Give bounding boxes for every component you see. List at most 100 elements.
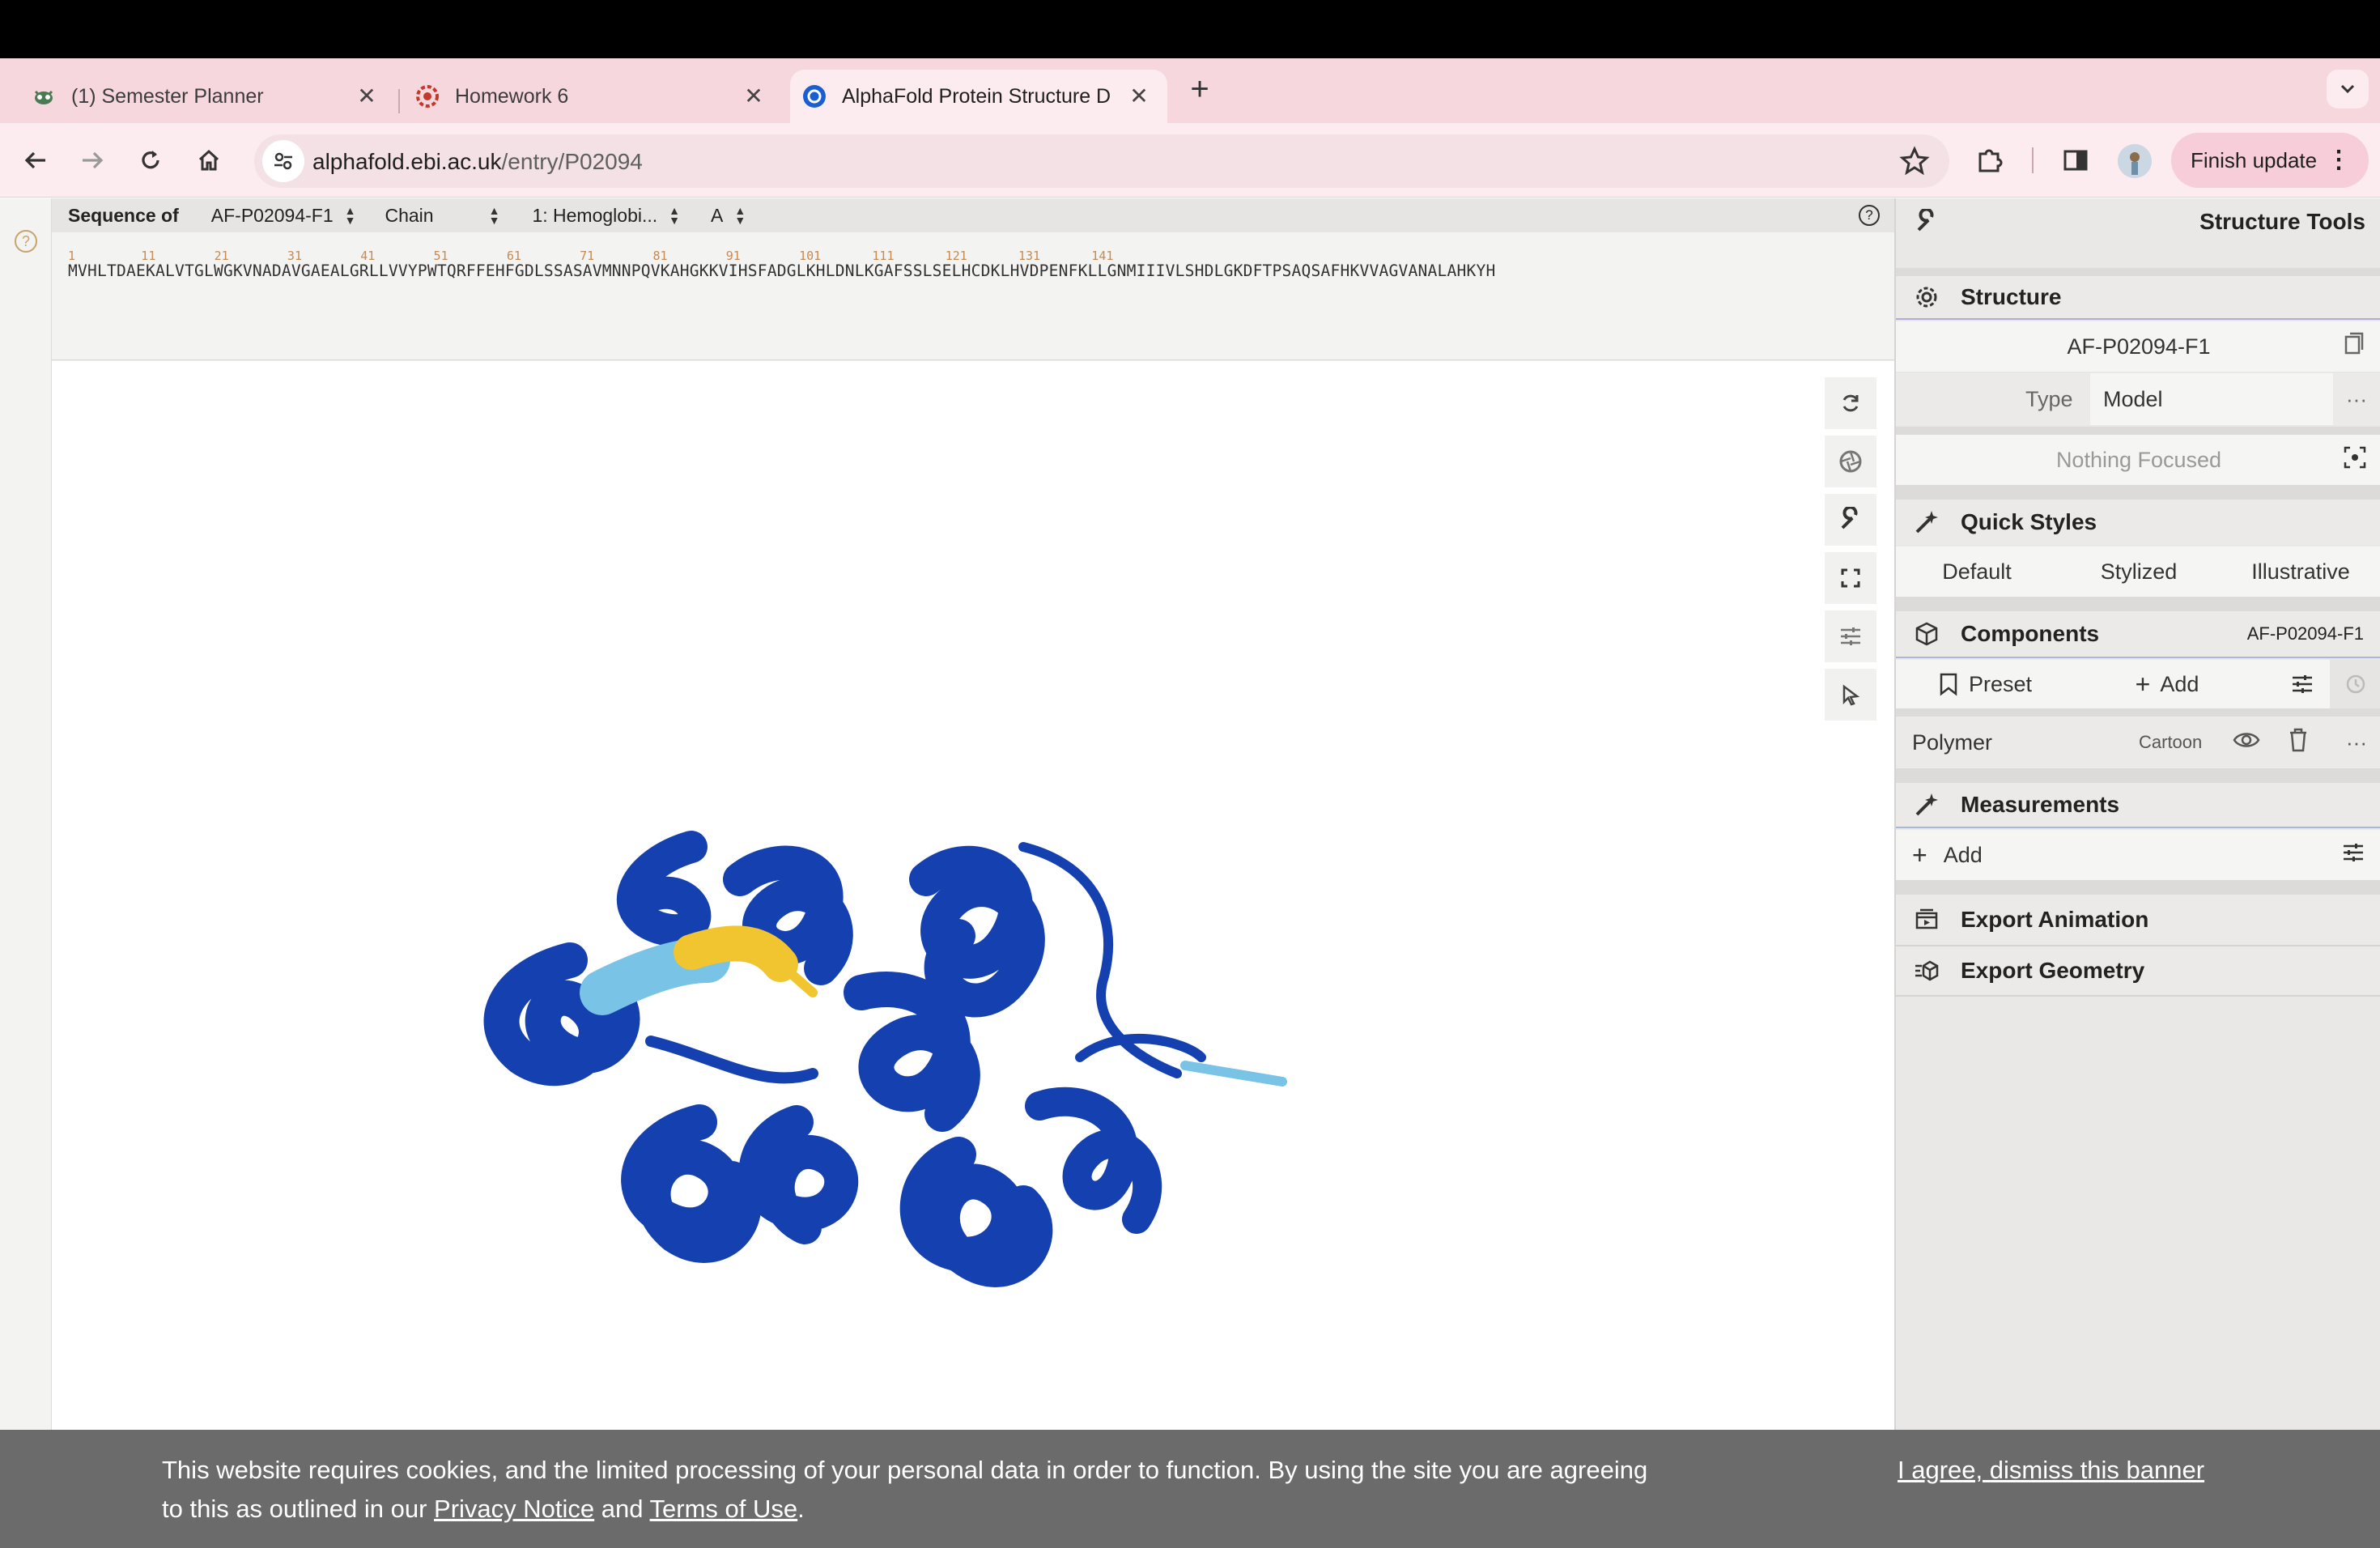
component-history-button[interactable]	[2330, 660, 2380, 708]
selection-mode-button[interactable]	[1825, 669, 1876, 721]
home-button[interactable]	[189, 141, 228, 180]
section-separator	[1896, 427, 2380, 435]
forward-button[interactable]	[73, 141, 112, 180]
style-stylized-button[interactable]: Stylized	[2058, 559, 2220, 585]
add-component-button[interactable]: + Add	[2074, 660, 2260, 708]
updown-icon: ▲ ▼	[734, 204, 746, 227]
system-top-bar	[0, 0, 2380, 58]
dismiss-cookie-banner-link[interactable]: I agree, dismiss this banner	[1898, 1451, 2204, 1490]
measurement-options-icon[interactable]	[2341, 840, 2365, 870]
film-icon	[1912, 905, 1941, 934]
cube-icon	[1912, 619, 1941, 649]
profile-avatar[interactable]	[2118, 144, 2152, 178]
focus-icon[interactable]	[2343, 445, 2367, 475]
privacy-notice-link[interactable]: Privacy Notice	[434, 1495, 594, 1523]
export-animation-header[interactable]: Export Animation	[1896, 895, 2380, 945]
tab-title: Homework 6	[455, 84, 569, 108]
polymer-representation[interactable]: Cartoon	[2139, 732, 2202, 753]
entry-select[interactable]: AF-P02094-F1 ▲ ▼	[211, 205, 356, 227]
fullscreen-icon	[1841, 568, 1860, 588]
help-icon[interactable]: ?	[15, 230, 37, 253]
url-path: /entry/P02094	[501, 149, 643, 174]
plus-icon: +	[2135, 669, 2151, 699]
tab-homework-6[interactable]: Homework 6 ✕	[402, 70, 782, 123]
export-animation-heading: Export Animation	[1961, 907, 2149, 932]
sliders-icon	[2293, 675, 2312, 693]
cursor-icon	[1842, 684, 1860, 706]
structure-name-row[interactable]: AF-P02094-F1	[1896, 321, 2380, 372]
address-bar[interactable]: alphafold.ebi.ac.uk/entry/P02094	[254, 134, 1949, 188]
close-tab-icon[interactable]: ✕	[355, 84, 379, 108]
chain-mode-select[interactable]: Chain ▲ ▼	[385, 205, 499, 227]
sequence-toolbar: Sequence of AF-P02094-F1 ▲ ▼ Chain ▲ ▼ 1: He…	[52, 198, 1894, 232]
export-geometry-heading: Export Geometry	[1961, 958, 2145, 983]
component-options-button[interactable]	[2276, 660, 2328, 708]
entity-select[interactable]: 1: Hemoglobi... ▲ ▼	[532, 205, 680, 227]
extensions-button[interactable]	[1970, 141, 2009, 180]
style-default-button[interactable]: Default	[1896, 559, 2058, 585]
quick-styles-header[interactable]: Quick Styles	[1896, 500, 2380, 545]
tab-title: (1) Semester Planner	[71, 84, 264, 108]
chain-select[interactable]: A ▲ ▼	[711, 205, 746, 227]
tab-search-button[interactable]	[2327, 70, 2369, 108]
tab-alphafold[interactable]: AlphaFold Protein Structure D ✕	[790, 70, 1167, 123]
toolbar-divider	[2032, 147, 2034, 173]
side-panel-button[interactable]	[2056, 141, 2095, 180]
sequence-residues[interactable]: MVHLTDAEKALVTGLWGKVNADAVGAEALGRLLVVYPWTQ…	[68, 262, 1495, 280]
more-horiz-icon[interactable]: ···	[2346, 387, 2367, 412]
section-separator	[1896, 708, 2380, 717]
protein-structure-image	[483, 831, 1287, 1287]
components-header[interactable]: Components AF-P02094-F1	[1896, 611, 2380, 658]
cookie-text: This website requires cookies, and the l…	[162, 1456, 1648, 1523]
bookmark-icon	[1940, 673, 1957, 696]
arrow-left-icon	[24, 151, 45, 169]
url-host: alphafold.ebi.ac.uk	[312, 149, 502, 174]
preset-button[interactable]: Preset	[1896, 660, 2074, 708]
sequence-help-icon[interactable]: ?	[1859, 205, 1880, 226]
tab-semester-planner[interactable]: (1) Semester Planner ✕	[15, 70, 395, 123]
settings-button[interactable]	[1825, 610, 1876, 662]
cookie-end: .	[797, 1495, 805, 1523]
focus-row[interactable]: Nothing Focused	[1896, 435, 2380, 485]
gear-red-icon	[414, 83, 440, 109]
entry-select-value: AF-P02094-F1	[210, 204, 334, 226]
structure-viewer[interactable]	[52, 361, 1894, 1548]
close-tab-icon[interactable]: ✕	[742, 84, 766, 108]
wrench-icon	[1912, 207, 1941, 236]
bookmark-star-icon[interactable]	[1899, 146, 1930, 181]
add-measurement-button[interactable]: + Add	[1912, 840, 1983, 870]
structure-section-header[interactable]: Structure	[1896, 276, 2380, 320]
back-button[interactable]	[16, 141, 55, 180]
type-label: Type	[2025, 386, 2073, 411]
component-polymer-row[interactable]: Polymer Cartoon ···	[1896, 717, 2380, 768]
screenshot-button[interactable]	[1825, 436, 1876, 487]
type-select[interactable]: Model	[2090, 373, 2333, 425]
magic-wand-icon	[1912, 508, 1941, 537]
components-heading: Components	[1961, 621, 2100, 646]
controls-toggle-button[interactable]	[1825, 494, 1876, 546]
focus-status: Nothing Focused	[2055, 447, 2222, 472]
finish-update-button[interactable]: Finish update ⋮	[2171, 133, 2369, 188]
puzzle-icon	[1978, 149, 2003, 172]
wrench-icon	[1841, 507, 1858, 529]
eye-icon[interactable]	[2233, 730, 2260, 755]
more-horiz-icon[interactable]: ···	[2346, 730, 2367, 755]
arrow-right-icon	[83, 151, 104, 169]
cookie-banner: This website requires cookies, and the l…	[0, 1430, 2380, 1548]
fullscreen-button[interactable]	[1825, 552, 1876, 604]
entity-select-value: 1: Hemoglobi...	[532, 204, 658, 226]
measurements-header[interactable]: Measurements	[1896, 783, 2380, 828]
section-separator	[1896, 485, 2380, 500]
style-illustrative-button[interactable]: Illustrative	[2220, 559, 2380, 585]
tab-title: AlphaFold Protein Structure D	[842, 84, 1111, 108]
export-geometry-header[interactable]: Export Geometry	[1896, 946, 2380, 997]
delete-icon[interactable]	[2288, 728, 2309, 758]
reload-button[interactable]	[131, 141, 170, 180]
new-tab-button[interactable]: +	[1184, 73, 1216, 105]
close-tab-icon[interactable]: ✕	[1127, 84, 1151, 108]
site-info-button[interactable]	[262, 140, 304, 182]
more-vert-icon[interactable]: ⋮	[2327, 144, 2351, 176]
reset-view-button[interactable]	[1825, 377, 1876, 429]
terms-of-use-link[interactable]: Terms of Use	[650, 1495, 798, 1523]
bookmark-icon[interactable]	[2343, 332, 2365, 362]
